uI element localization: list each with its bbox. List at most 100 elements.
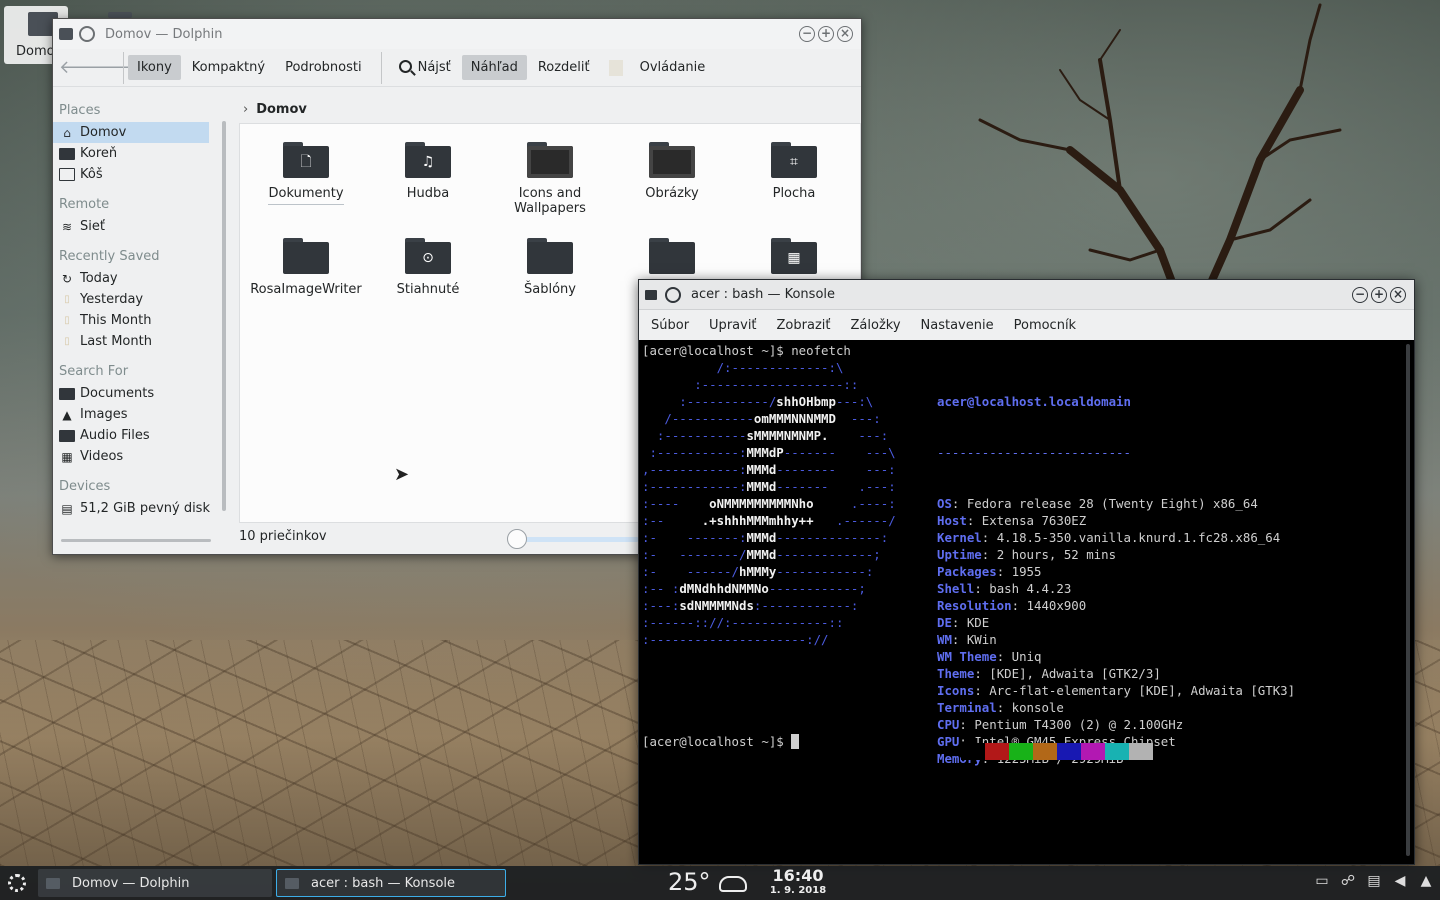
search-item-videos[interactable]: ▦ Videos xyxy=(53,446,231,467)
file-item[interactable]: Icons and Wallpapers xyxy=(492,142,608,216)
file-item[interactable]: ♫ Hudba xyxy=(370,142,486,201)
file-item[interactable]: Obrázky xyxy=(614,142,730,201)
neofetch-value: 1955 xyxy=(1011,564,1042,579)
breadcrumb[interactable]: › Domov xyxy=(239,95,861,123)
zoom-slider-track[interactable] xyxy=(509,537,639,542)
sidebar-hscrollbar[interactable] xyxy=(61,539,211,542)
recent-item-yesterday[interactable]: ▯ Yesterday xyxy=(53,289,231,310)
sidebar-scrollbar[interactable] xyxy=(222,121,226,511)
wifi-icon: ≋ xyxy=(61,219,73,234)
maximize-button[interactable]: + xyxy=(818,26,834,42)
maximize-button[interactable]: + xyxy=(1371,286,1387,303)
prompt-text: [acer@localhost ~]$ xyxy=(642,734,792,749)
neofetch-key: Packages xyxy=(937,564,997,579)
neofetch-row: Uptime: 2 hours, 52 mins xyxy=(937,547,1117,562)
terminal-icon[interactable] xyxy=(645,289,657,300)
neofetch-header: acer@localhost.localdomain xyxy=(937,394,1131,409)
display-icon[interactable]: ▭ xyxy=(1314,873,1330,889)
file-item[interactable]: ▦ xyxy=(736,238,852,282)
keep-above-icon[interactable] xyxy=(79,26,95,42)
image-folder-icon xyxy=(527,142,573,178)
close-button[interactable]: × xyxy=(1390,286,1406,303)
neofetch-row: Terminal: konsole xyxy=(937,700,1064,715)
icons-view-button[interactable]: Ikony xyxy=(128,55,181,80)
clock-time: 16:40 xyxy=(772,866,824,885)
recent-item-last-month[interactable]: ▯ Last Month xyxy=(53,331,231,352)
file-item[interactable]: RosaImageWriter xyxy=(248,238,364,297)
file-name: Plocha xyxy=(772,186,816,201)
clipboard-icon[interactable]: ▤ xyxy=(1366,873,1382,889)
zoom-slider-handle[interactable] xyxy=(507,529,527,549)
place-item-trash[interactable]: Kôš xyxy=(53,164,231,185)
color-palette xyxy=(961,743,1153,760)
control-button[interactable]: Ovládanie xyxy=(631,55,715,80)
file-item[interactable]: Šablóny xyxy=(492,238,608,297)
split-button[interactable]: Rozdeliť xyxy=(529,55,599,80)
place-item-home[interactable]: ⌂ Domov xyxy=(53,122,209,143)
konsole-titlebar[interactable]: acer : bash — Konsole − + × xyxy=(639,280,1414,310)
file-item[interactable]: ⊙ Stiahnuté xyxy=(370,238,486,297)
neofetch-key: Kernel xyxy=(937,530,982,545)
minimize-button[interactable]: − xyxy=(1352,286,1368,303)
expand-tray-icon[interactable]: ▲ xyxy=(1418,873,1434,889)
digital-clock[interactable]: 16:40 1. 9. 2018 xyxy=(768,866,828,897)
search-heading: Search For xyxy=(59,364,129,379)
neofetch-key: Icons xyxy=(937,683,975,698)
palette-swatch xyxy=(1009,743,1033,760)
task-konsole[interactable]: acer : bash — Konsole xyxy=(276,869,506,897)
toolbar-separator xyxy=(380,51,382,84)
weather-widget[interactable]: 25° xyxy=(668,868,747,896)
task-label: acer : bash — Konsole xyxy=(311,875,456,891)
details-view-button[interactable]: Podrobnosti xyxy=(276,55,371,80)
dolphin-app-icon[interactable] xyxy=(59,28,73,40)
place-item-root[interactable]: Koreň xyxy=(53,143,231,164)
menu-edit[interactable]: Upraviť xyxy=(699,318,766,333)
neofetch-value: Pentium T4300 (2) @ 2.100GHz xyxy=(974,717,1184,732)
film-icon: ▦ xyxy=(61,449,73,464)
forward-arrow-icon[interactable]: 🡒 xyxy=(89,57,137,78)
close-button[interactable]: × xyxy=(837,26,853,42)
recent-item-this-month[interactable]: ▯ This Month xyxy=(53,310,231,331)
window-title: Domov — Dolphin xyxy=(105,26,223,42)
recent-item-today[interactable]: ↻ Today xyxy=(53,268,231,289)
chevron-right-icon: › xyxy=(243,101,249,117)
menu-view[interactable]: Zobraziť xyxy=(767,318,841,333)
compact-view-button[interactable]: Kompaktný xyxy=(183,55,274,80)
preview-button[interactable]: Náhľad xyxy=(461,55,527,80)
neofetch-value: KDE xyxy=(966,615,990,630)
minimize-button[interactable]: − xyxy=(799,26,815,42)
ascii-line: :-----------sMMMMNMNMP. ---: xyxy=(642,428,889,443)
terminal-output[interactable]: [acer@localhost ~]$ neofetch /:---------… xyxy=(639,341,1404,861)
menu-settings[interactable]: Nastavenie xyxy=(911,318,1004,333)
fedora-ascii-logo: /:-------------:\ :-------------------::… xyxy=(642,359,896,648)
volume-icon[interactable]: ◀ xyxy=(1392,873,1408,889)
application-launcher[interactable] xyxy=(0,866,34,900)
keep-above-icon[interactable] xyxy=(665,286,681,303)
search-item-audio[interactable]: Audio Files xyxy=(53,425,231,446)
prompt-line[interactable]: [acer@localhost ~]$ xyxy=(642,733,800,750)
task-dolphin[interactable]: Domov — Dolphin xyxy=(38,869,272,897)
search-item-documents[interactable]: Documents xyxy=(53,383,231,404)
menu-file[interactable]: Súbor xyxy=(641,318,699,333)
palette-swatch xyxy=(1081,743,1105,760)
menu-bookmarks[interactable]: Záložky xyxy=(841,318,911,333)
network-icon[interactable]: ☍ xyxy=(1340,873,1356,889)
neofetch-value: Uniq xyxy=(1011,649,1042,664)
terminal-scrollbar[interactable] xyxy=(1406,344,1410,856)
place-item-network[interactable]: ≋ Sieť xyxy=(53,216,231,237)
menu-help[interactable]: Pomocník xyxy=(1004,318,1086,333)
place-label: Documents xyxy=(80,386,155,401)
search-icon xyxy=(398,60,412,73)
cloud-icon xyxy=(718,876,747,892)
search-item-images[interactable]: ▲ Images xyxy=(53,404,231,425)
dolphin-titlebar[interactable]: Domov — Dolphin − + × xyxy=(53,19,861,49)
device-item-disk[interactable]: ▤ 51,2 GiB pevný disk xyxy=(53,498,231,519)
file-item[interactable] xyxy=(614,238,730,282)
file-item[interactable]: ⌗ Plocha xyxy=(736,142,852,201)
konsole-window: acer : bash — Konsole − + × Súbor Upravi… xyxy=(638,279,1415,865)
neofetch-value: 2 hours, 52 mins xyxy=(996,547,1117,562)
find-button[interactable]: Nájsť xyxy=(390,55,460,80)
file-item[interactable]: 🗋 Dokumenty xyxy=(248,142,364,205)
neofetch-key: CPU xyxy=(937,717,960,732)
back-arrow-icon[interactable]: 🡐 xyxy=(59,57,107,78)
